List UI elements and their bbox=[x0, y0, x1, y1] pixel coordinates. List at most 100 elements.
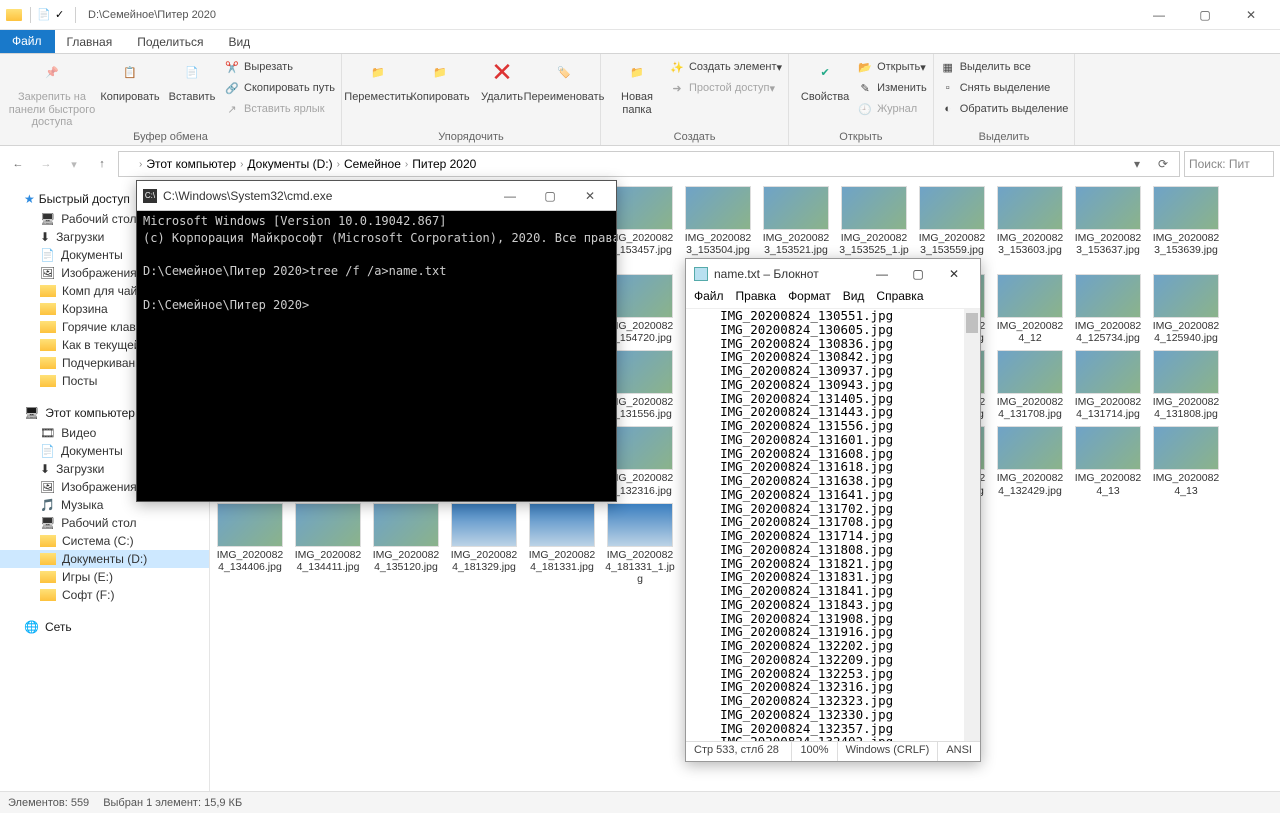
invert-selection-button[interactable]: ◐Обратить выделение bbox=[940, 99, 1069, 119]
path-bar[interactable]: › Этот компьютер› Документы (D:)› Семейн… bbox=[118, 151, 1180, 177]
rename-button[interactable]: 🏷️Переименовать bbox=[534, 57, 594, 104]
menu-item[interactable]: Вид bbox=[843, 289, 865, 308]
copy-button[interactable]: 📋 Копировать bbox=[100, 57, 160, 104]
notepad-window[interactable]: name.txt – Блокнот — ▢ ✕ Файл Правка Форма… bbox=[685, 258, 981, 762]
copy-path-button[interactable]: 🔗Скопировать путь bbox=[224, 78, 335, 98]
file-item[interactable]: IMG_20200823_153639.jpg bbox=[1150, 186, 1222, 268]
tab-home[interactable]: Главная bbox=[55, 30, 126, 53]
select-all-button[interactable]: ▦Выделить все bbox=[940, 57, 1069, 77]
recent-button[interactable]: ▾ bbox=[62, 152, 86, 176]
notepad-title-bar[interactable]: name.txt – Блокнот — ▢ ✕ bbox=[686, 259, 980, 289]
breadcrumb-segment[interactable]: Этот компьютер bbox=[144, 157, 238, 171]
file-item[interactable]: IMG_20200824_132429.jpg bbox=[994, 426, 1066, 496]
file-item[interactable]: IMG_20200824_125940.jpg bbox=[1150, 274, 1222, 344]
easy-access-button[interactable]: ➜Простой доступ ▾ bbox=[669, 78, 782, 98]
properties-button[interactable]: ✔Свойства bbox=[795, 57, 855, 104]
file-item[interactable]: IMG_20200824_181331_1.jpg bbox=[604, 503, 676, 585]
minimize-button[interactable]: — bbox=[490, 189, 530, 203]
cmd-output[interactable]: Microsoft Windows [Version 10.0.19042.86… bbox=[137, 211, 616, 501]
network-header[interactable]: 🌐 Сеть bbox=[0, 616, 209, 638]
notepad-text-area[interactable]: IMG_20200824_130551.jpg IMG_20200824_130… bbox=[686, 309, 980, 741]
up-button[interactable]: ↑ bbox=[90, 152, 114, 176]
paste-shortcut-button[interactable]: ↗Вставить ярлык bbox=[224, 99, 335, 119]
file-item[interactable]: IMG_20200823_153504.jpg bbox=[682, 186, 754, 268]
file-item[interactable]: IMG_20200824_12 bbox=[994, 274, 1066, 344]
file-item[interactable]: IMG_20200824_181329.jpg bbox=[448, 503, 520, 585]
menu-item[interactable]: Формат bbox=[788, 289, 831, 308]
folder-icon bbox=[40, 589, 56, 601]
file-item[interactable]: IMG_20200824_131714.jpg bbox=[1072, 350, 1144, 420]
file-item[interactable]: IMG_20200824_134406.jpg bbox=[214, 503, 286, 585]
breadcrumb-segment[interactable]: Семейное bbox=[342, 157, 403, 171]
copy-to-button[interactable]: 📁Копировать bbox=[410, 57, 470, 104]
scrollbar[interactable] bbox=[964, 309, 980, 741]
photo-thumbnail bbox=[997, 426, 1063, 470]
close-button[interactable]: ✕ bbox=[1228, 0, 1274, 30]
notepad-title-text: name.txt – Блокнот bbox=[714, 267, 819, 281]
file-item[interactable]: IMG_20200823_153559.jpg bbox=[916, 186, 988, 268]
sidebar-item[interactable]: Система (C:) bbox=[0, 532, 209, 550]
create-element-button[interactable]: ✨Создать элемент ▾ bbox=[669, 57, 782, 77]
file-item[interactable]: IMG_20200824_13 bbox=[1150, 426, 1222, 496]
tab-share[interactable]: Поделиться bbox=[125, 30, 216, 53]
new-folder-icon: 📁 bbox=[621, 57, 653, 89]
minimize-button[interactable]: — bbox=[1136, 0, 1182, 30]
edit-button[interactable]: ✎Изменить bbox=[857, 78, 927, 98]
file-item[interactable]: IMG_20200824_13 bbox=[1072, 426, 1144, 496]
cmd-window[interactable]: C:\ C:\Windows\System32\cmd.exe — ▢ ✕ Mi… bbox=[136, 180, 617, 502]
close-button[interactable]: ✕ bbox=[936, 267, 972, 281]
sidebar-icon: ⬇ bbox=[40, 462, 50, 476]
sidebar-item[interactable]: Софт (F:) bbox=[0, 586, 209, 604]
file-item[interactable]: IMG_20200823_153525_1.jpg bbox=[838, 186, 910, 268]
file-item[interactable]: IMG_20200824_135120.jpg bbox=[370, 503, 442, 585]
file-item[interactable]: IMG_20200823_153521.jpg bbox=[760, 186, 832, 268]
history-button[interactable]: 🕘Журнал bbox=[857, 99, 927, 119]
file-item[interactable]: IMG_20200823_153637.jpg bbox=[1072, 186, 1144, 268]
menu-item[interactable]: Правка bbox=[736, 289, 777, 308]
file-item[interactable]: IMG_20200824_181331.jpg bbox=[526, 503, 598, 585]
cut-button[interactable]: ✂️Вырезать bbox=[224, 57, 335, 77]
maximize-button[interactable]: ▢ bbox=[530, 189, 570, 203]
maximize-button[interactable]: ▢ bbox=[900, 267, 936, 281]
file-item[interactable]: IMG_20200823_153603.jpg bbox=[994, 186, 1066, 268]
forward-button[interactable]: → bbox=[34, 152, 58, 176]
move-to-button[interactable]: 📁Переместить bbox=[348, 57, 408, 104]
addr-dropdown-button[interactable]: ▾ bbox=[1125, 152, 1149, 176]
menu-item[interactable]: Справка bbox=[876, 289, 923, 308]
tab-view[interactable]: Вид bbox=[216, 30, 263, 53]
sidebar-item-label: Софт (F:) bbox=[62, 588, 114, 602]
cmd-title-bar[interactable]: C:\ C:\Windows\System32\cmd.exe — ▢ ✕ bbox=[137, 181, 616, 211]
back-button[interactable]: ← bbox=[6, 152, 30, 176]
pin-button[interactable]: 📌 Закрепить на панели быстрого доступа bbox=[6, 57, 98, 129]
select-none-button[interactable]: ▫Снять выделение bbox=[940, 78, 1069, 98]
sparkle-icon: ✨ bbox=[669, 59, 685, 75]
sidebar-icon: 🖥 bbox=[40, 212, 55, 226]
invert-icon: ◐ bbox=[940, 101, 956, 117]
tab-file[interactable]: Файл bbox=[0, 30, 55, 53]
file-item[interactable]: IMG_20200824_134411.jpg bbox=[292, 503, 364, 585]
open-button[interactable]: 📂Открыть ▾ bbox=[857, 57, 927, 77]
sidebar-item[interactable]: Документы (D:) bbox=[0, 550, 209, 568]
group-label: Создать bbox=[607, 131, 782, 143]
new-folder-button[interactable]: 📁Новая папка bbox=[607, 57, 667, 116]
breadcrumb-segment[interactable]: Питер 2020 bbox=[410, 157, 478, 171]
file-name: IMG_20200824_131714.jpg bbox=[1072, 396, 1144, 420]
maximize-button[interactable]: ▢ bbox=[1182, 0, 1228, 30]
qat-btn[interactable]: 📄 bbox=[37, 8, 51, 22]
paste-button[interactable]: 📄 Вставить bbox=[162, 57, 222, 104]
file-name: IMG_20200824_181329.jpg bbox=[448, 549, 520, 573]
sidebar-item-label: Документы (D:) bbox=[62, 552, 147, 566]
refresh-button[interactable]: ⟳ bbox=[1151, 152, 1175, 176]
minimize-button[interactable]: — bbox=[864, 267, 900, 281]
sidebar-item[interactable]: 🖥Рабочий стол bbox=[0, 514, 209, 532]
file-item[interactable]: IMG_20200824_125734.jpg bbox=[1072, 274, 1144, 344]
close-button[interactable]: ✕ bbox=[570, 189, 610, 203]
menu-item[interactable]: Файл bbox=[694, 289, 724, 308]
qat-btn[interactable]: ✓ bbox=[55, 8, 69, 22]
sidebar-item[interactable]: Игры (E:) bbox=[0, 568, 209, 586]
cmd-icon: C:\ bbox=[143, 189, 157, 203]
search-input[interactable]: Поиск: Пит bbox=[1184, 151, 1274, 177]
file-item[interactable]: IMG_20200824_131708.jpg bbox=[994, 350, 1066, 420]
breadcrumb-segment[interactable]: Документы (D:) bbox=[245, 157, 334, 171]
file-item[interactable]: IMG_20200824_131808.jpg bbox=[1150, 350, 1222, 420]
